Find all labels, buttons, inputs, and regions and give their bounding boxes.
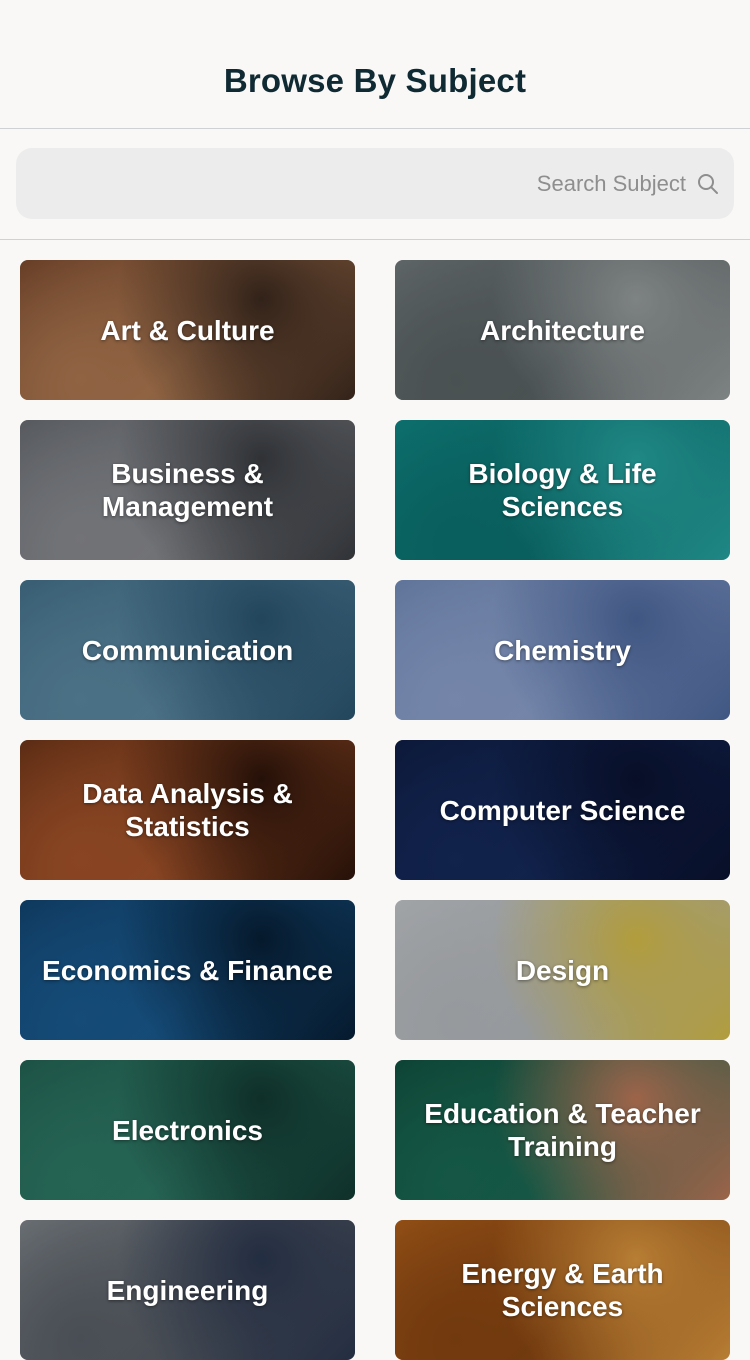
subject-label: Data Analysis & Statistics: [82, 778, 293, 842]
subject-tile[interactable]: Data Analysis & Statistics: [20, 740, 355, 880]
subject-label: Electronics: [112, 1114, 263, 1146]
subject-tile[interactable]: Energy & Earth Sciences: [395, 1220, 730, 1360]
search-bar: Search Subject: [0, 129, 750, 240]
subject-tile[interactable]: Education & Teacher Training: [395, 1060, 730, 1200]
subject-label: Art & Culture: [100, 314, 275, 346]
subject-tile[interactable]: Engineering: [20, 1220, 355, 1360]
subject-label: Economics & Finance: [42, 954, 333, 986]
subject-tile[interactable]: Design: [395, 900, 730, 1040]
subject-label: Energy & Earth Sciences: [461, 1258, 664, 1322]
subject-label: Biology & Life Sciences: [468, 458, 657, 522]
subject-tile[interactable]: Business & Management: [20, 420, 355, 560]
subject-label: Business & Management: [101, 458, 274, 522]
header-bar: Browse By Subject: [0, 0, 750, 129]
subject-label: Chemistry: [494, 634, 631, 666]
search-placeholder: Search Subject: [536, 170, 686, 196]
subject-tile[interactable]: Chemistry: [395, 580, 730, 720]
subject-label: Communication: [81, 634, 294, 666]
search-input[interactable]: Search Subject: [16, 148, 734, 219]
subject-label: Architecture: [480, 314, 645, 346]
subject-tile[interactable]: Art & Culture: [20, 260, 355, 400]
subject-tile[interactable]: Computer Science: [395, 740, 730, 880]
subject-label: Computer Science: [439, 794, 686, 826]
subject-tile[interactable]: Architecture: [395, 260, 730, 400]
subject-grid: Art & Culture Architecture Business & Mana…: [20, 260, 730, 1360]
page-title: Browse By Subject: [223, 62, 527, 99]
search-icon[interactable]: [696, 172, 720, 196]
subject-tile[interactable]: Biology & Life Sciences: [395, 420, 730, 560]
subject-tile[interactable]: Economics & Finance: [20, 900, 355, 1040]
subject-label: Engineering: [106, 1274, 269, 1306]
subject-label: Education & Teacher Training: [424, 1098, 701, 1162]
subject-tile[interactable]: Communication: [20, 580, 355, 720]
subject-label: Design: [515, 954, 610, 986]
subject-tile[interactable]: Electronics: [20, 1060, 355, 1200]
